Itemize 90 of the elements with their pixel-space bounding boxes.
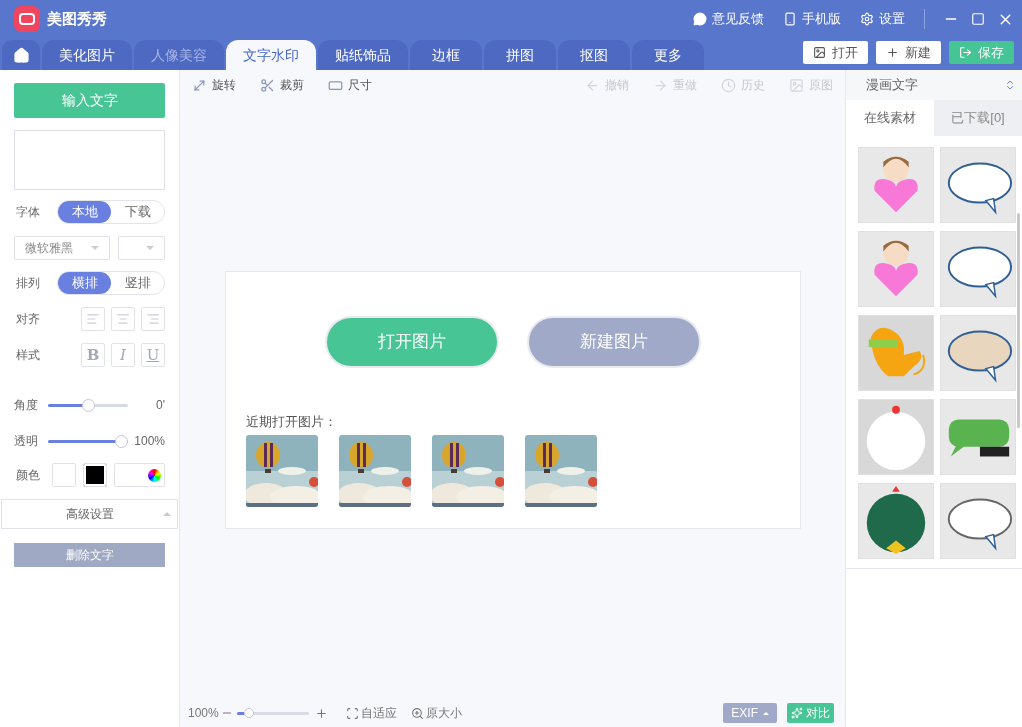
fit-button[interactable]: 自适应 xyxy=(345,704,397,722)
field-label: 对齐 xyxy=(15,311,41,328)
up-down-icon xyxy=(1004,79,1016,91)
compare-button[interactable]: 对比 xyxy=(787,703,834,723)
caret-icon xyxy=(146,246,154,250)
open-image-button[interactable]: 打开图片 xyxy=(326,317,497,366)
image-icon xyxy=(813,46,826,59)
panel-tab[interactable]: 已下载[0] xyxy=(934,100,1022,136)
undo-icon xyxy=(585,77,600,93)
field-label: 颜色 xyxy=(15,467,41,484)
toolbar-button[interactable]: 裁剪 xyxy=(260,76,304,94)
zoom-slider-thumb[interactable] xyxy=(244,708,255,718)
slider-value: 0' xyxy=(155,397,165,414)
slider-value: 100% xyxy=(133,433,165,450)
toggle-option[interactable]: 竖排 xyxy=(111,272,164,294)
advanced-settings-bar[interactable]: 高级设置 xyxy=(1,499,178,529)
nav-tab[interactable]: 文字水印 xyxy=(226,40,316,70)
field-label: 透明 xyxy=(14,433,39,450)
align-center-icon xyxy=(116,312,130,326)
redo-icon xyxy=(653,77,668,93)
field-label: 排列 xyxy=(15,275,40,292)
sparkle-icon xyxy=(791,707,803,719)
action-button[interactable]: 打开 xyxy=(803,41,868,64)
new-image-button[interactable]: 新建图片 xyxy=(528,317,699,366)
clock-icon xyxy=(721,77,736,93)
nav-tab[interactable]: 美化图片 xyxy=(42,40,132,70)
color-wheel-icon xyxy=(148,468,161,482)
align-right-icon xyxy=(146,312,160,326)
app-title: 美图秀秀 xyxy=(47,8,107,29)
toggle-option[interactable]: 横排 xyxy=(58,272,111,294)
phone-icon xyxy=(783,12,797,26)
caret-up-icon xyxy=(763,711,769,715)
chat-bubble-icon xyxy=(693,12,707,26)
slider[interactable] xyxy=(48,398,128,412)
image-icon xyxy=(789,77,804,93)
color-picker[interactable] xyxy=(114,463,165,487)
style-button[interactable]: U xyxy=(141,343,165,367)
nav-tab[interactable]: 边框 xyxy=(410,40,482,70)
action-button[interactable]: 保存 xyxy=(949,41,1014,64)
maximize-icon[interactable] xyxy=(971,12,985,26)
delete-text-button[interactable]: 删除文字 xyxy=(14,543,165,567)
align-button[interactable] xyxy=(81,307,105,331)
caret-icon xyxy=(90,246,99,250)
header-link[interactable]: 意见反馈 xyxy=(693,9,764,29)
nav-tab[interactable]: 更多 xyxy=(632,40,704,70)
style-button[interactable]: I xyxy=(111,343,135,367)
field-label: 字体 xyxy=(15,204,40,221)
nav-tab[interactable]: 拼图 xyxy=(484,40,556,70)
zoom-value: 100% xyxy=(188,705,219,722)
header-link[interactable]: 手机版 xyxy=(783,9,841,29)
size-select[interactable] xyxy=(117,236,165,260)
app-logo-icon xyxy=(14,6,40,32)
category-select[interactable]: 漫画文字 xyxy=(846,70,1022,100)
nav-tab[interactable]: 抠图 xyxy=(558,40,630,70)
slider-thumb[interactable] xyxy=(115,434,128,448)
action-button[interactable]: 新建 xyxy=(876,41,941,64)
field-label: 角度 xyxy=(14,397,39,414)
style-button[interactable]: B xyxy=(81,343,105,367)
font-select[interactable]: 微软雅黑 xyxy=(14,236,110,260)
home-tab[interactable] xyxy=(2,40,40,70)
caret-up-icon xyxy=(163,512,171,516)
magnifier-icon xyxy=(410,706,424,720)
align-button[interactable] xyxy=(141,307,165,331)
toggle-option[interactable]: 下载 xyxy=(111,201,164,223)
settings-icon xyxy=(860,12,874,26)
toggle-option[interactable]: 本地 xyxy=(58,201,111,223)
exit-icon xyxy=(959,46,972,59)
input-text-button[interactable]: 输入文字 xyxy=(14,83,165,118)
slider[interactable] xyxy=(48,434,128,448)
nav-tab[interactable]: 贴纸饰品 xyxy=(318,40,408,70)
toolbar-button[interactable]: 尺寸 xyxy=(328,76,372,94)
text-input-field[interactable] xyxy=(14,130,165,190)
color-swatch[interactable] xyxy=(52,463,76,487)
zoom-slider[interactable] xyxy=(236,708,309,718)
field-label: 样式 xyxy=(15,347,41,364)
zoom-in-icon[interactable] xyxy=(314,706,328,720)
align-button[interactable] xyxy=(111,307,135,331)
exif-button[interactable]: EXIF xyxy=(723,703,777,723)
color-swatch[interactable] xyxy=(83,463,107,487)
header-link[interactable]: 设置 xyxy=(860,9,905,29)
home-icon xyxy=(12,46,30,64)
recent-images-label: 近期打开图片： xyxy=(245,412,338,431)
slider-thumb[interactable] xyxy=(81,398,95,412)
plus-icon xyxy=(886,46,899,59)
fit-icon xyxy=(345,706,359,720)
toolbar-button[interactable]: 旋转 xyxy=(192,76,236,94)
actual-size-button[interactable]: 原大小 xyxy=(410,704,462,722)
align-left-icon xyxy=(86,312,100,326)
diagonal-arrow-icon xyxy=(192,77,207,93)
scissors-icon xyxy=(260,77,275,93)
